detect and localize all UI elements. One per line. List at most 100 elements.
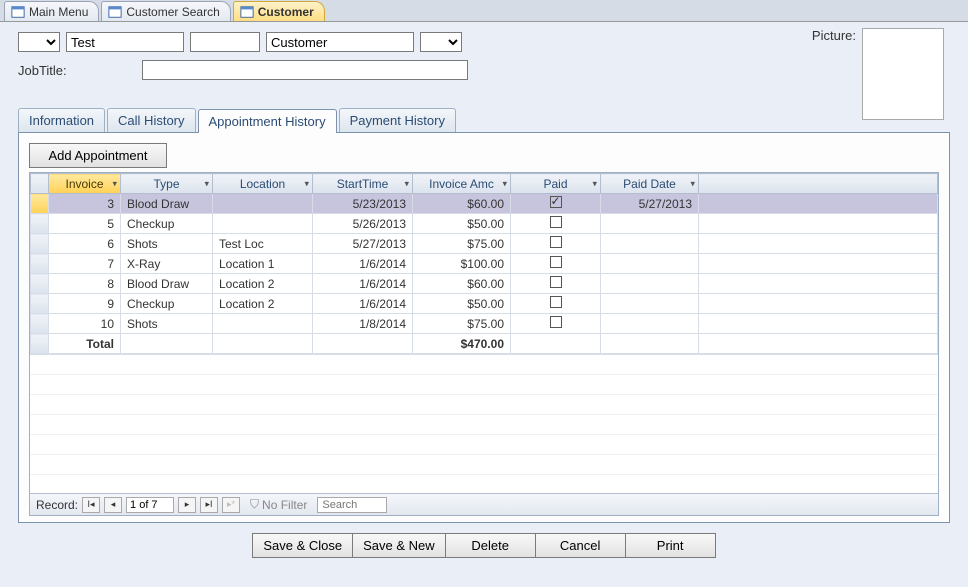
cell-paid-date[interactable]: [601, 214, 699, 234]
cell-starttime[interactable]: 1/6/2014: [313, 274, 413, 294]
cell-invoice[interactable]: 7: [49, 254, 121, 274]
table-row[interactable]: 5Checkup 5/26/2013$50.00: [31, 214, 938, 234]
tab-information[interactable]: Information: [18, 108, 105, 132]
cell-paid[interactable]: [511, 214, 601, 234]
cell-starttime[interactable]: 1/8/2014: [313, 314, 413, 334]
cell-starttime[interactable]: 1/6/2014: [313, 254, 413, 274]
tab-call-history[interactable]: Call History: [107, 108, 195, 132]
cell-paid[interactable]: [511, 234, 601, 254]
cell-starttime[interactable]: 5/26/2013: [313, 214, 413, 234]
table-row[interactable]: 10Shots 1/8/2014$75.00: [31, 314, 938, 334]
cell-paid[interactable]: [511, 274, 601, 294]
cell-amount[interactable]: $50.00: [413, 214, 511, 234]
cell-type[interactable]: Shots: [121, 234, 213, 254]
cell-paid-date[interactable]: [601, 294, 699, 314]
row-selector[interactable]: [31, 294, 49, 314]
nav-first-button[interactable]: I◂: [82, 497, 100, 513]
col-invoice[interactable]: Invoice▾: [49, 174, 121, 194]
col-paid[interactable]: Paid▾: [511, 174, 601, 194]
table-row[interactable]: 3Blood Draw 5/23/2013$60.00 5/27/2013: [31, 194, 938, 214]
cell-invoice[interactable]: 10: [49, 314, 121, 334]
cell-type[interactable]: Blood Draw: [121, 194, 213, 214]
checkbox-icon[interactable]: [550, 316, 562, 328]
checkbox-icon[interactable]: [550, 276, 562, 288]
cell-amount[interactable]: $60.00: [413, 274, 511, 294]
cell-paid-date[interactable]: [601, 234, 699, 254]
cell-invoice[interactable]: 6: [49, 234, 121, 254]
title-combo[interactable]: [18, 32, 60, 52]
nav-last-button[interactable]: ▸I: [200, 497, 218, 513]
cell-amount[interactable]: $100.00: [413, 254, 511, 274]
delete-button[interactable]: Delete: [446, 533, 536, 558]
cell-location[interactable]: [213, 314, 313, 334]
cell-invoice[interactable]: 3: [49, 194, 121, 214]
cell-type[interactable]: Checkup: [121, 294, 213, 314]
cell-type[interactable]: X-Ray: [121, 254, 213, 274]
nav-next-button[interactable]: ▸: [178, 497, 196, 513]
nav-search-field[interactable]: [317, 497, 387, 513]
col-invoice-amount[interactable]: Invoice Amc▾: [413, 174, 511, 194]
cancel-button[interactable]: Cancel: [536, 533, 626, 558]
cell-amount[interactable]: $50.00: [413, 294, 511, 314]
cell-type[interactable]: Shots: [121, 314, 213, 334]
row-selector[interactable]: [31, 214, 49, 234]
cell-invoice[interactable]: 5: [49, 214, 121, 234]
cell-paid-date[interactable]: [601, 314, 699, 334]
suffix-combo[interactable]: [420, 32, 462, 52]
doc-tab-customer[interactable]: Customer: [233, 1, 325, 21]
tab-appointment-history[interactable]: Appointment History: [198, 109, 337, 133]
cell-starttime[interactable]: 5/23/2013: [313, 194, 413, 214]
checkbox-icon[interactable]: [550, 296, 562, 308]
cell-starttime[interactable]: 1/6/2014: [313, 294, 413, 314]
cell-amount[interactable]: $75.00: [413, 314, 511, 334]
row-selector[interactable]: [31, 194, 49, 214]
jobtitle-field[interactable]: [142, 60, 468, 80]
nav-new-button[interactable]: ▸*: [222, 497, 240, 513]
save-new-button[interactable]: Save & New: [353, 533, 446, 558]
picture-box[interactable]: [862, 28, 944, 120]
cell-paid[interactable]: [511, 314, 601, 334]
table-row[interactable]: 7X-RayLocation 11/6/2014$100.00: [31, 254, 938, 274]
table-row[interactable]: 6ShotsTest Loc5/27/2013$75.00: [31, 234, 938, 254]
col-starttime[interactable]: StartTime▾: [313, 174, 413, 194]
col-paid-date[interactable]: Paid Date▾: [601, 174, 699, 194]
cell-location[interactable]: Test Loc: [213, 234, 313, 254]
cell-invoice[interactable]: 8: [49, 274, 121, 294]
nav-position-field[interactable]: [126, 497, 174, 513]
col-type[interactable]: Type▾: [121, 174, 213, 194]
cell-type[interactable]: Blood Draw: [121, 274, 213, 294]
middle-name-field[interactable]: [190, 32, 260, 52]
nav-prev-button[interactable]: ◂: [104, 497, 122, 513]
checkbox-icon[interactable]: [550, 236, 562, 248]
last-name-field[interactable]: [266, 32, 414, 52]
grid-select-all[interactable]: [31, 174, 49, 194]
cell-paid[interactable]: [511, 194, 601, 214]
cell-starttime[interactable]: 5/27/2013: [313, 234, 413, 254]
cell-location[interactable]: Location 2: [213, 274, 313, 294]
cell-paid-date[interactable]: [601, 274, 699, 294]
cell-invoice[interactable]: 9: [49, 294, 121, 314]
cell-paid[interactable]: [511, 254, 601, 274]
cell-amount[interactable]: $60.00: [413, 194, 511, 214]
print-button[interactable]: Print: [626, 533, 716, 558]
cell-location[interactable]: [213, 214, 313, 234]
table-row[interactable]: 9CheckupLocation 21/6/2014$50.00: [31, 294, 938, 314]
col-location[interactable]: Location▾: [213, 174, 313, 194]
add-appointment-button[interactable]: Add Appointment: [29, 143, 167, 168]
cell-paid[interactable]: [511, 294, 601, 314]
table-row[interactable]: 8Blood DrawLocation 21/6/2014$60.00: [31, 274, 938, 294]
checkbox-icon[interactable]: [550, 196, 562, 208]
doc-tab-customer-search[interactable]: Customer Search: [101, 1, 230, 21]
save-close-button[interactable]: Save & Close: [252, 533, 353, 558]
tab-payment-history[interactable]: Payment History: [339, 108, 456, 132]
cell-paid-date[interactable]: 5/27/2013: [601, 194, 699, 214]
row-selector[interactable]: [31, 314, 49, 334]
row-selector[interactable]: [31, 274, 49, 294]
cell-location[interactable]: Location 2: [213, 294, 313, 314]
checkbox-icon[interactable]: [550, 256, 562, 268]
row-selector[interactable]: [31, 254, 49, 274]
row-selector[interactable]: [31, 234, 49, 254]
cell-paid-date[interactable]: [601, 254, 699, 274]
doc-tab-main-menu[interactable]: Main Menu: [4, 1, 99, 21]
cell-type[interactable]: Checkup: [121, 214, 213, 234]
